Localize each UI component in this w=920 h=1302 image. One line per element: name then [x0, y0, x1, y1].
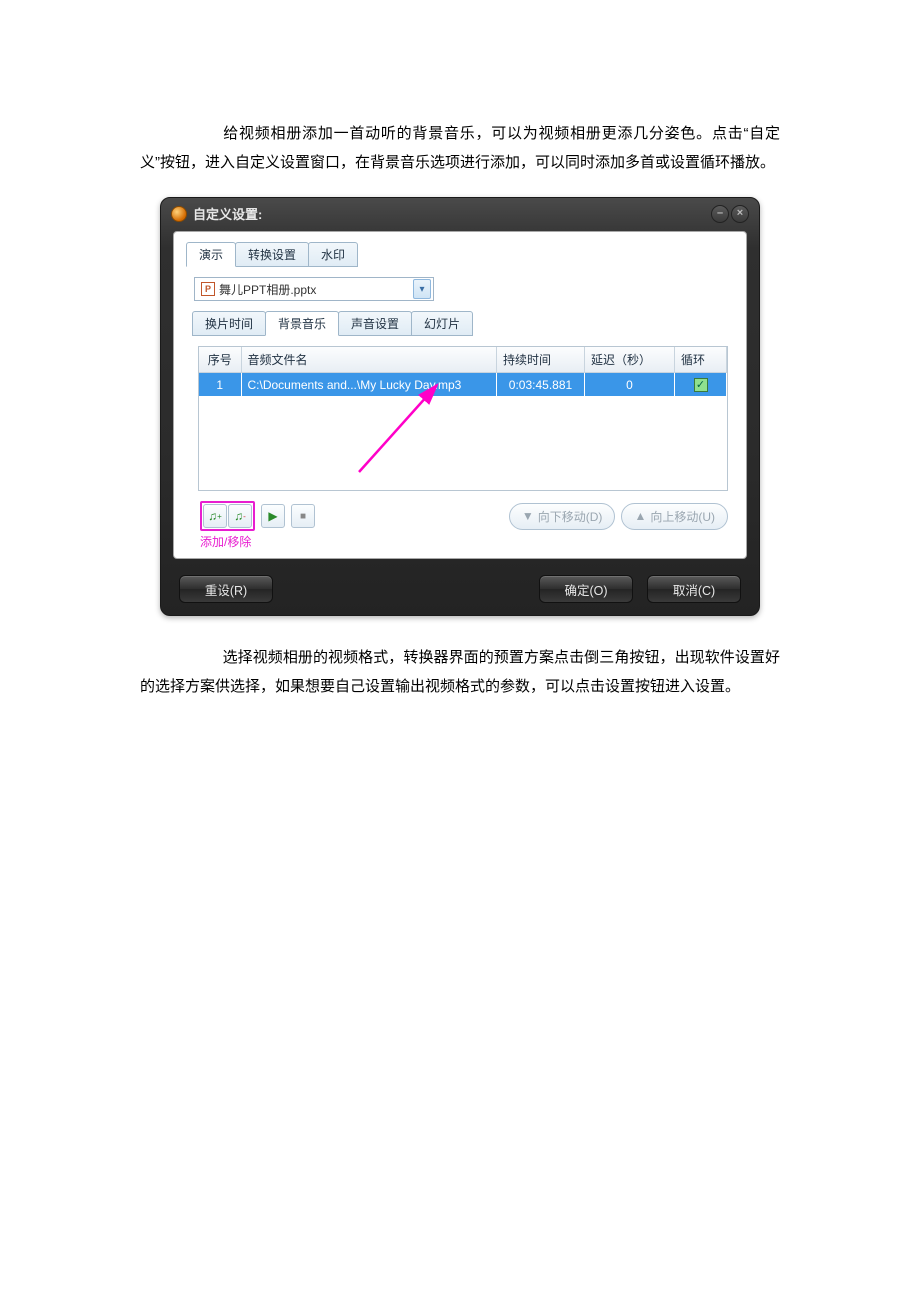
- cell-duration: 0:03:45.881: [497, 373, 585, 397]
- controls-row: ♫+ ♫- ▶ ■ ▼ 向下移动(D) ▲ 向上移动(U): [200, 501, 728, 531]
- tab-convert-settings[interactable]: 转换设置: [235, 242, 309, 267]
- powerpoint-icon: P: [201, 282, 215, 296]
- col-loop[interactable]: 循环: [675, 347, 727, 373]
- tab-slide-timing[interactable]: 换片时间: [192, 311, 266, 336]
- screenshot-figure: 自定义设置: – × 演示 转换设置 水印 P 舞儿PPT相册.pptx ▾: [160, 197, 760, 616]
- tab-background-music[interactable]: 背景音乐: [265, 311, 339, 336]
- col-filename[interactable]: 音频文件名: [241, 347, 497, 373]
- close-button[interactable]: ×: [731, 205, 749, 223]
- play-button[interactable]: ▶: [261, 504, 285, 528]
- custom-settings-dialog: 自定义设置: – × 演示 转换设置 水印 P 舞儿PPT相册.pptx ▾: [160, 197, 760, 616]
- reset-button[interactable]: 重设(R): [179, 575, 273, 603]
- app-icon: [171, 206, 187, 222]
- cancel-button[interactable]: 取消(C): [647, 575, 741, 603]
- tab-watermark[interactable]: 水印: [308, 242, 358, 267]
- col-duration[interactable]: 持续时间: [497, 347, 585, 373]
- ok-button[interactable]: 确定(O): [539, 575, 633, 603]
- down-arrow-icon: ▼: [522, 509, 534, 523]
- add-music-button[interactable]: ♫+: [203, 504, 227, 528]
- inner-tabs: 换片时间 背景音乐 声音设置 幻灯片: [192, 311, 734, 336]
- stop-button[interactable]: ■: [291, 504, 315, 528]
- minimize-button[interactable]: –: [711, 205, 729, 223]
- col-index[interactable]: 序号: [199, 347, 241, 373]
- loop-checkbox-icon[interactable]: ✓: [694, 378, 708, 392]
- file-name: 舞儿PPT相册.pptx: [219, 281, 316, 298]
- paragraph-1: 给视频相册添加一首动听的背景音乐，可以为视频相册更添几分姿色。点击“自定义”按钮…: [140, 120, 780, 177]
- table-row[interactable]: 1 C:\Documents and...\My Lucky Day.mp3 0…: [199, 373, 727, 397]
- dialog-body: 演示 转换设置 水印 P 舞儿PPT相册.pptx ▾ 换片时间 背景音乐 声音…: [173, 231, 747, 559]
- cell-filename: C:\Documents and...\My Lucky Day.mp3: [241, 373, 497, 397]
- dialog-title: 自定义设置:: [193, 204, 262, 223]
- move-down-button[interactable]: ▼ 向下移动(D): [509, 503, 616, 530]
- col-delay[interactable]: 延迟（秒）: [585, 347, 675, 373]
- file-combobox[interactable]: P 舞儿PPT相册.pptx ▾: [194, 277, 434, 301]
- up-arrow-icon: ▲: [634, 509, 646, 523]
- music-table[interactable]: 序号 音频文件名 持续时间 延迟（秒） 循环 1 C:\: [198, 346, 728, 491]
- move-up-button[interactable]: ▲ 向上移动(U): [621, 503, 728, 530]
- cell-loop[interactable]: ✓: [675, 373, 727, 397]
- cell-delay: 0: [585, 373, 675, 397]
- tab-sound-settings[interactable]: 声音设置: [338, 311, 412, 336]
- add-remove-group: ♫+ ♫-: [200, 501, 255, 531]
- tab-slides[interactable]: 幻灯片: [411, 311, 473, 336]
- titlebar: 自定义设置: – ×: [161, 198, 759, 225]
- paragraph-2: 选择视频相册的视频格式，转换器界面的预置方案点击倒三角按钮，出现软件设置好的选择…: [140, 644, 780, 701]
- dialog-footer: 重设(R) 确定(O) 取消(C): [161, 569, 759, 603]
- annotation-add-remove-label: 添加/移除: [200, 533, 734, 550]
- tab-presentation[interactable]: 演示: [186, 242, 236, 267]
- cell-index: 1: [199, 373, 241, 397]
- dropdown-arrow-icon[interactable]: ▾: [413, 279, 431, 299]
- outer-tabs: 演示 转换设置 水印: [186, 242, 734, 267]
- remove-music-button[interactable]: ♫-: [228, 504, 252, 528]
